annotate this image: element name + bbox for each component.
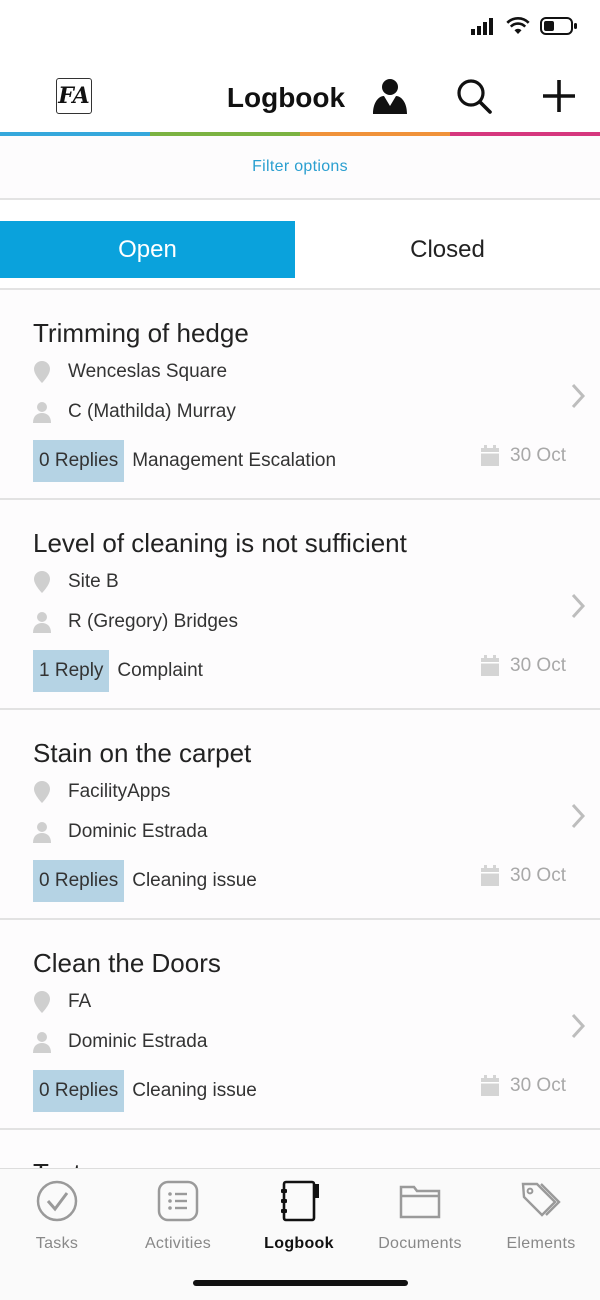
item-title: Test [33, 1158, 81, 1168]
signal-icon [471, 18, 493, 35]
add-button[interactable] [537, 74, 581, 118]
calendar-icon [481, 655, 500, 676]
tab-logbook[interactable]: Logbook [239, 1179, 359, 1259]
search-icon [457, 79, 492, 114]
location-pin-icon [32, 990, 52, 1014]
tab-tasks[interactable]: Tasks [0, 1179, 117, 1259]
tab-label: Elements [506, 1235, 576, 1252]
item-location: Wenceslas Square [68, 361, 228, 382]
calendar-icon [481, 1075, 500, 1096]
user-button[interactable] [368, 74, 412, 118]
item-date: 30 Oct [510, 865, 566, 886]
filter-bar: Filter options [0, 136, 600, 200]
status-segmented-control: Open Closed [0, 221, 600, 278]
tab-label: Documents [378, 1235, 462, 1252]
item-location: FacilityApps [68, 781, 171, 802]
person-icon [32, 820, 52, 844]
plus-icon [543, 80, 575, 112]
tags-icon [519, 1179, 563, 1223]
tab-documents[interactable]: Documents [360, 1179, 480, 1259]
check-circle-icon [35, 1179, 79, 1223]
list-icon [156, 1179, 200, 1223]
home-indicator[interactable] [193, 1280, 408, 1286]
folder-icon [398, 1179, 442, 1223]
item-category: Cleaning issue [132, 1080, 257, 1101]
list-item[interactable]: Level of cleaning is not sufficient Site… [0, 500, 600, 710]
person-icon [32, 400, 52, 424]
item-title: Clean the Doors [33, 948, 221, 978]
battery-icon [540, 17, 577, 35]
list-item[interactable]: Test [0, 1130, 600, 1168]
person-icon [32, 1030, 52, 1054]
logbook-list: Trimming of hedge Wenceslas Square C (Ma… [0, 290, 600, 1168]
notebook-icon [277, 1179, 321, 1223]
item-date: 30 Oct [510, 445, 566, 466]
item-person: R (Gregory) Bridges [68, 611, 238, 632]
item-location: Site B [68, 571, 119, 592]
item-person: C (Mathilda) Murray [68, 401, 236, 422]
item-date: 30 Oct [510, 1075, 566, 1096]
list-item[interactable]: Trimming of hedge Wenceslas Square C (Ma… [0, 290, 600, 500]
item-title: Level of cleaning is not sufficient [33, 528, 407, 558]
tab-label: Activities [144, 1235, 212, 1252]
segment-open[interactable]: Open [0, 221, 295, 278]
segment-closed[interactable]: Closed [295, 221, 600, 278]
search-button[interactable] [452, 74, 496, 118]
chevron-right-icon [571, 803, 586, 829]
replies-badge: 0 Replies [33, 860, 125, 902]
replies-badge: 1 Reply [33, 650, 110, 692]
tab-label: Logbook [264, 1235, 334, 1252]
wifi-icon [506, 17, 530, 34]
item-location: FA [68, 991, 92, 1012]
item-category: Management Escalation [132, 450, 337, 471]
status-bar [0, 0, 600, 60]
item-person: Dominic Estrada [68, 821, 208, 842]
location-pin-icon [32, 360, 52, 384]
tab-activities[interactable]: Activities [118, 1179, 238, 1259]
calendar-icon [481, 445, 500, 466]
item-title: Trimming of hedge [33, 318, 249, 348]
location-pin-icon [32, 780, 52, 804]
chevron-right-icon [571, 1013, 586, 1039]
item-date: 30 Oct [510, 655, 566, 676]
person-icon [32, 610, 52, 634]
page-title: Logbook [226, 82, 346, 113]
list-item[interactable]: Clean the Doors FA Dominic Estrada 0 Rep… [0, 920, 600, 1130]
chevron-right-icon [571, 593, 586, 619]
person-icon [373, 79, 407, 114]
filter-options-link[interactable]: Filter options [252, 158, 348, 176]
replies-badge: 0 Replies [33, 1070, 125, 1112]
replies-badge: 0 Replies [33, 440, 125, 482]
item-person: Dominic Estrada [68, 1031, 208, 1052]
item-title: Stain on the carpet [33, 738, 252, 768]
item-category: Cleaning issue [132, 870, 257, 891]
list-item[interactable]: Stain on the carpet FacilityApps Dominic… [0, 710, 600, 920]
calendar-icon [481, 865, 500, 886]
app-header: FA Logbook [0, 60, 600, 132]
chevron-right-icon [571, 383, 586, 409]
item-category: Complaint [117, 660, 203, 681]
tab-label: Tasks [35, 1235, 79, 1252]
location-pin-icon [32, 570, 52, 594]
tab-elements[interactable]: Elements [481, 1179, 600, 1259]
